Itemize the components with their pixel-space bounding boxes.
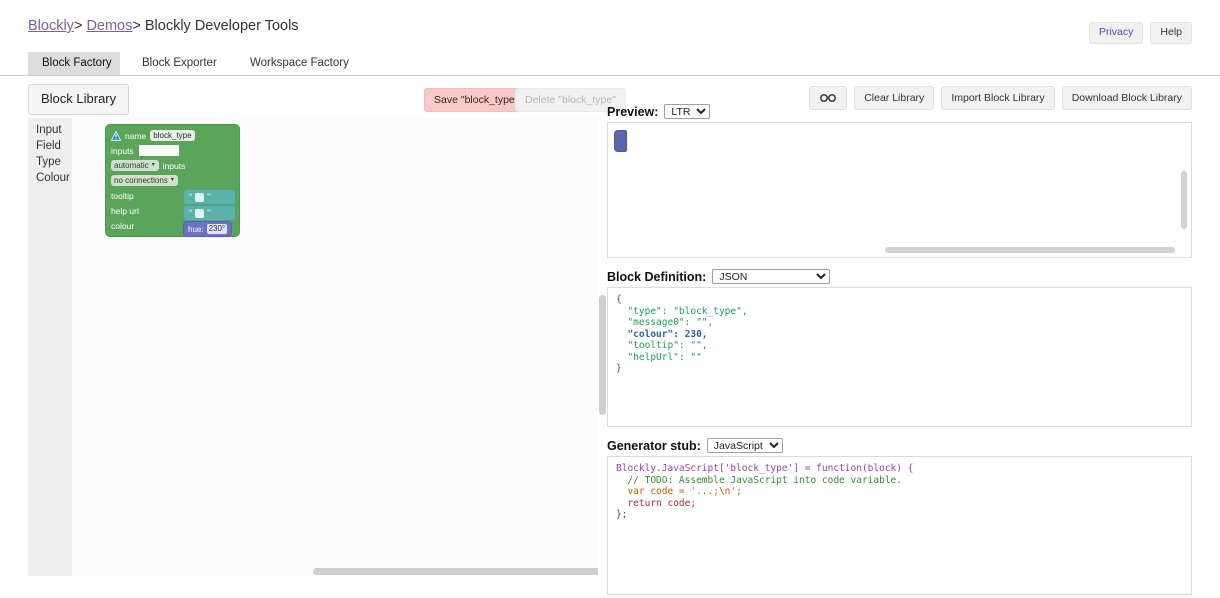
- workspace-canvas[interactable]: name block_type inputs automatic ▾ input…: [72, 118, 598, 576]
- factory-input-mode-value: automatic: [114, 160, 149, 171]
- preview-pane[interactable]: [607, 122, 1192, 258]
- spacer: [607, 427, 1192, 438]
- factory-connections-dropdown[interactable]: no connections ▾: [111, 175, 178, 186]
- colour-hue-block[interactable]: hue: 230°: [184, 222, 231, 236]
- factory-block-name-row[interactable]: name block_type: [106, 128, 239, 143]
- generator-stub-label: Generator stub:: [607, 439, 701, 453]
- def-line-4: "tooltip": "",: [616, 340, 708, 351]
- preview-block[interactable]: [615, 131, 626, 151]
- generator-stub-header: Generator stub: JavaScript: [607, 438, 1192, 453]
- tab-workspace-factory[interactable]: Workspace Factory: [236, 52, 356, 75]
- warning-icon[interactable]: [111, 131, 121, 141]
- tooltip-text-block[interactable]: “ ”: [184, 190, 235, 204]
- quote-open-icon: “: [189, 209, 192, 218]
- block-definition-format-select[interactable]: JSON: [712, 269, 830, 284]
- def-line-2: "message0": "",: [616, 317, 713, 328]
- preview-vertical-scrollbar[interactable]: [1181, 171, 1187, 229]
- tab-bar: Block Factory Block Exporter Workspace F…: [0, 52, 1220, 76]
- spacer: [607, 258, 1192, 269]
- privacy-button[interactable]: Privacy: [1089, 22, 1143, 44]
- preview-direction-select[interactable]: LTR: [664, 104, 710, 119]
- gen-line-3: return code;: [616, 498, 696, 509]
- help-url-text-block[interactable]: “ ”: [184, 206, 235, 220]
- factory-inputs-row: inputs: [106, 143, 239, 158]
- gen-line-4: };: [616, 509, 627, 520]
- breadcrumb-link-demos[interactable]: Demos: [86, 18, 132, 34]
- link-icon: [819, 93, 837, 103]
- generator-language-select[interactable]: JavaScript: [707, 438, 783, 453]
- factory-inputs-slot[interactable]: [138, 144, 180, 157]
- breadcrumb-current: Blockly Developer Tools: [145, 18, 299, 34]
- block-factory-workspace[interactable]: Input Field Type Colour name block_type …: [28, 118, 598, 576]
- help-url-text-field[interactable]: [195, 209, 204, 218]
- factory-input-mode-row: automatic ▾ inputs: [106, 158, 239, 173]
- preview-horizontal-scrollbar[interactable]: [885, 247, 1175, 253]
- right-panel: Preview: LTR Block Definition: JSON { "t…: [607, 104, 1192, 595]
- breadcrumb: Blockly> Demos> Blockly Developer Tools: [28, 18, 299, 34]
- workspace-horizontal-scrollbar[interactable]: [313, 568, 598, 575]
- help-button[interactable]: Help: [1150, 22, 1192, 44]
- breadcrumb-separator-2: >: [132, 18, 140, 34]
- preview-label: Preview:: [607, 105, 658, 119]
- block-definition-label: Block Definition:: [607, 270, 706, 284]
- toolbox-category-field[interactable]: Field: [28, 138, 72, 154]
- generator-stub-pane[interactable]: Blockly.JavaScript['block_type'] = funct…: [607, 456, 1192, 595]
- tab-block-factory[interactable]: Block Factory: [28, 52, 120, 75]
- factory-name-label: name: [125, 131, 146, 141]
- def-line-1: "type": "block_type",: [616, 306, 748, 317]
- preview-header: Preview: LTR: [607, 104, 1192, 119]
- gen-line-1: // TODO: Assemble JavaScript into code v…: [616, 475, 902, 486]
- blockly-developer-tools-page: Blockly> Demos> Blockly Developer Tools …: [0, 0, 1220, 598]
- toolbox-category-input[interactable]: Input: [28, 122, 72, 138]
- breadcrumb-separator-1: >: [74, 18, 82, 34]
- tooltip-text-field[interactable]: [195, 193, 204, 202]
- toolbox: Input Field Type Colour: [28, 118, 72, 576]
- def-line-3: "colour": 230,: [616, 329, 708, 340]
- factory-inputs-label: inputs: [111, 146, 134, 156]
- hue-value-field[interactable]: 230°: [207, 224, 228, 234]
- toolbox-category-type[interactable]: Type: [28, 154, 72, 170]
- quote-close-icon: ”: [207, 209, 210, 218]
- gen-line-2: var code = '...;\n';: [616, 486, 742, 497]
- factory-colour-label: colour: [111, 221, 134, 231]
- factory-connections-row: no connections ▾: [106, 173, 239, 188]
- def-line-0: {: [616, 294, 622, 305]
- breadcrumb-link-blockly[interactable]: Blockly: [28, 18, 74, 34]
- hue-label: hue:: [188, 225, 204, 234]
- chevron-down-icon: ▾: [152, 160, 155, 171]
- block-definition-code[interactable]: { "type": "block_type", "message0": "", …: [608, 288, 1191, 381]
- def-line-5: "helpUrl": "": [616, 352, 702, 363]
- factory-input-mode-dropdown[interactable]: automatic ▾: [111, 160, 159, 171]
- block-definition-header: Block Definition: JSON: [607, 269, 1192, 284]
- gen-line-0: Blockly.JavaScript['block_type'] = funct…: [616, 463, 913, 474]
- factory-name-field[interactable]: block_type: [150, 130, 194, 141]
- header-buttons: Privacy Help: [1089, 22, 1192, 44]
- save-block-type-button[interactable]: Save "block_type": [424, 88, 529, 112]
- generator-stub-code[interactable]: Blockly.JavaScript['block_type'] = funct…: [608, 457, 1191, 527]
- factory-input-mode-suffix: inputs: [163, 161, 186, 171]
- factory-connections-value: no connections: [114, 175, 168, 186]
- right-panel-scrollbar[interactable]: [599, 295, 606, 415]
- block-library-button[interactable]: Block Library: [28, 84, 129, 115]
- toolbox-category-colour[interactable]: Colour: [28, 170, 72, 186]
- block-definition-pane[interactable]: { "type": "block_type", "message0": "", …: [607, 287, 1192, 427]
- def-line-6: }: [616, 363, 622, 374]
- factory-tooltip-label: tooltip: [111, 191, 134, 201]
- factory-help-url-label: help url: [111, 206, 139, 216]
- quote-open-icon: “: [189, 193, 192, 202]
- tab-block-exporter[interactable]: Block Exporter: [128, 52, 228, 75]
- chevron-down-icon: ▾: [171, 175, 174, 186]
- quote-close-icon: ”: [207, 193, 210, 202]
